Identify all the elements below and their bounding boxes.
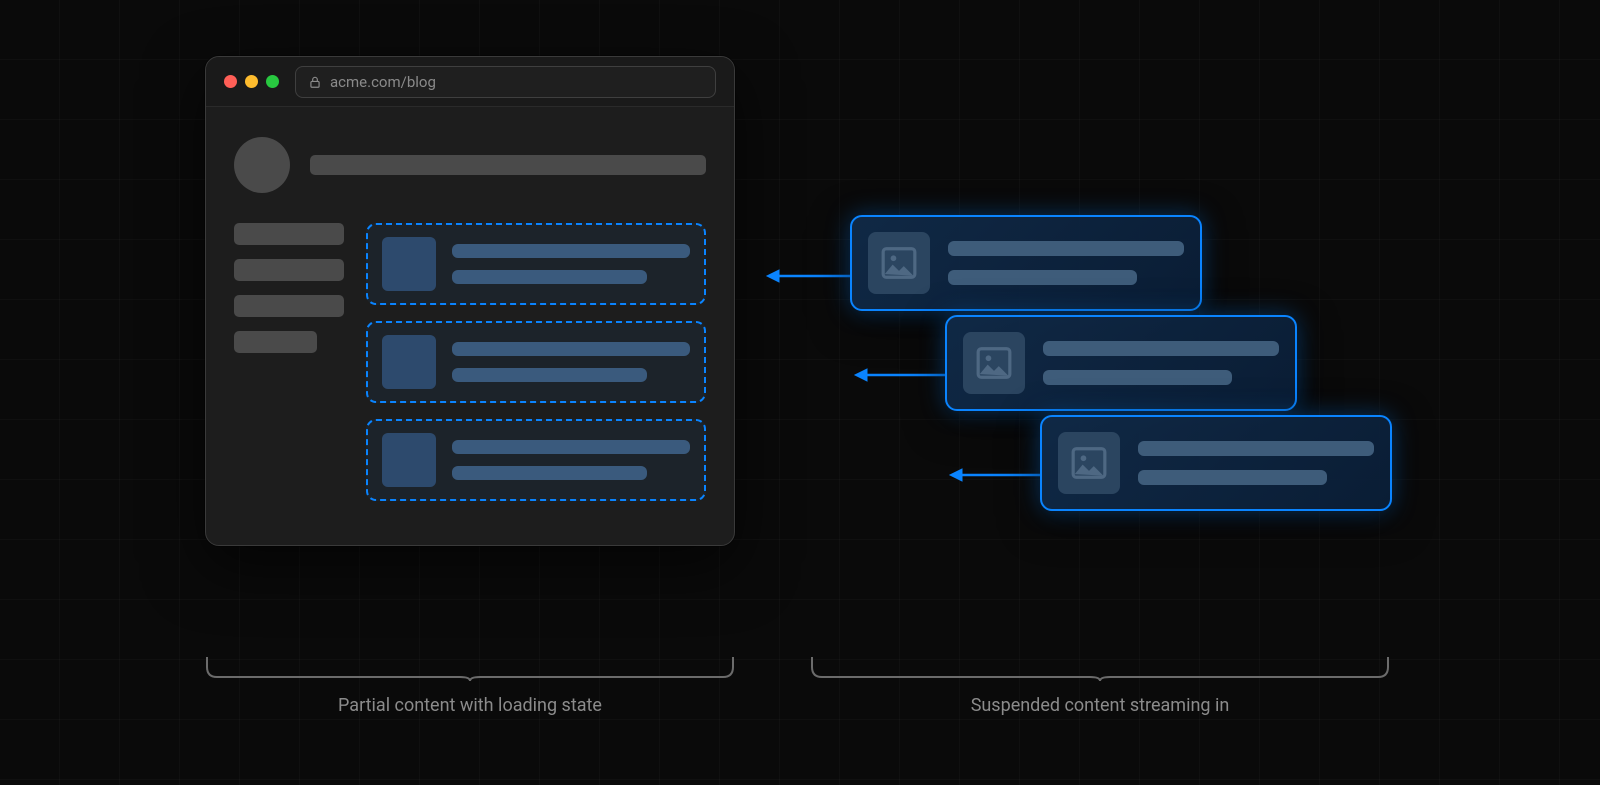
browser-window: acme.com/blog bbox=[205, 56, 735, 546]
caption-right: Suspended content streaming in bbox=[810, 695, 1390, 716]
streaming-card bbox=[1040, 415, 1392, 511]
close-icon bbox=[224, 75, 237, 88]
thumb-skeleton bbox=[382, 433, 436, 487]
card-thumb bbox=[1058, 432, 1120, 494]
text-skeleton bbox=[452, 440, 690, 480]
thumb-skeleton bbox=[382, 237, 436, 291]
card-text-skeleton bbox=[1043, 341, 1279, 385]
streaming-card bbox=[945, 315, 1297, 411]
bracket-icon bbox=[205, 655, 735, 681]
caption-left-group: Partial content with loading state bbox=[205, 655, 735, 716]
maximize-icon bbox=[266, 75, 279, 88]
lock-icon bbox=[308, 75, 322, 89]
caption-left: Partial content with loading state bbox=[205, 695, 735, 716]
image-icon bbox=[1070, 444, 1108, 482]
sidebar-item-skeleton bbox=[234, 331, 317, 353]
sidebar-item-skeleton bbox=[234, 295, 344, 317]
text-skeleton bbox=[452, 244, 690, 284]
arrow-left-icon bbox=[853, 365, 945, 385]
avatar-skeleton bbox=[234, 137, 290, 193]
loading-slot bbox=[366, 321, 706, 403]
page-columns bbox=[234, 223, 706, 501]
arrow-left-icon bbox=[948, 465, 1040, 485]
loading-slot bbox=[366, 419, 706, 501]
streaming-cards-area bbox=[850, 215, 1410, 555]
streaming-card bbox=[850, 215, 1202, 311]
card-text-skeleton bbox=[1138, 441, 1374, 485]
browser-titlebar: acme.com/blog bbox=[206, 57, 734, 107]
card-thumb bbox=[963, 332, 1025, 394]
arrow-left-icon bbox=[765, 266, 851, 286]
card-thumb bbox=[868, 232, 930, 294]
title-skeleton bbox=[310, 155, 706, 175]
url-text: acme.com/blog bbox=[330, 73, 436, 91]
sidebar-item-skeleton bbox=[234, 259, 344, 281]
image-icon bbox=[880, 244, 918, 282]
caption-right-group: Suspended content streaming in bbox=[810, 655, 1390, 716]
card-text-skeleton bbox=[948, 241, 1184, 285]
image-icon bbox=[975, 344, 1013, 382]
page-header-skeleton bbox=[234, 137, 706, 193]
text-skeleton bbox=[452, 342, 690, 382]
minimize-icon bbox=[245, 75, 258, 88]
loading-slot bbox=[366, 223, 706, 305]
browser-body bbox=[206, 107, 734, 529]
sidebar-skeleton bbox=[234, 223, 344, 501]
bracket-icon bbox=[810, 655, 1390, 681]
sidebar-item-skeleton bbox=[234, 223, 344, 245]
thumb-skeleton bbox=[382, 335, 436, 389]
content-slots bbox=[366, 223, 706, 501]
url-bar: acme.com/blog bbox=[295, 66, 716, 98]
traffic-lights bbox=[224, 75, 279, 88]
